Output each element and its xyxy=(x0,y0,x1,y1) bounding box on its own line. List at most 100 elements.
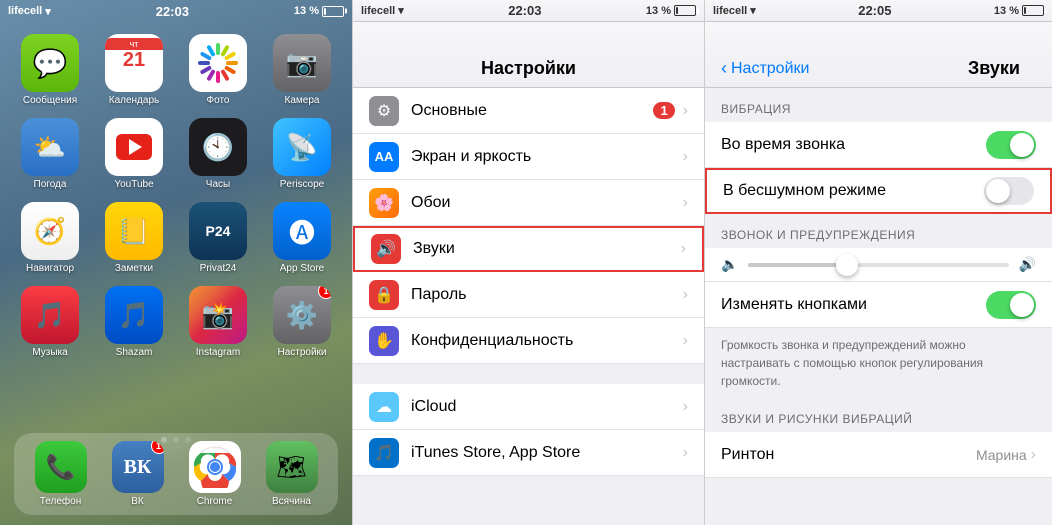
back-button[interactable]: ‹ Настройки xyxy=(721,58,809,79)
sounds-page-title: Звуки xyxy=(817,58,1036,79)
change-buttons-toggle[interactable] xyxy=(986,291,1036,319)
sounds-header: ‹ Настройки Звуки xyxy=(705,22,1052,88)
app-navigator[interactable]: 🧭 Навигатор xyxy=(14,202,86,274)
wallpaper-label: Обои xyxy=(411,194,683,212)
settings-item-icloud[interactable]: ☁ iCloud › xyxy=(353,384,704,430)
ringtone-section-label: ЗВОНОК И ПРЕДУПРЕЖДЕНИЯ xyxy=(705,214,1052,248)
dock-phone[interactable]: 📞 Телефон xyxy=(35,441,87,507)
instagram-label: Instagram xyxy=(196,347,240,358)
settings-item-passcode[interactable]: 🔒 Пароль › xyxy=(353,272,704,318)
camera-icon: 📷 xyxy=(273,34,331,92)
silent-vibration-row: В бесшумном режиме xyxy=(705,168,1052,214)
vol-high-icon: 🔊 xyxy=(1019,256,1036,273)
change-buttons-label: Изменять кнопками xyxy=(721,296,986,314)
chrome-label: Chrome xyxy=(197,496,233,507)
settings-item-general[interactable]: ⚙ Основные 1 › xyxy=(353,88,704,134)
app-periscope[interactable]: 📡 Periscope xyxy=(266,118,338,190)
general-badge: 1 xyxy=(653,102,674,119)
s2-status-left: lifecell ▾ xyxy=(361,4,404,17)
music-label: Музыка xyxy=(32,347,67,358)
silent-vibration-label: В бесшумном режиме xyxy=(723,182,984,200)
s3-status-left: lifecell ▾ xyxy=(713,4,756,17)
app-settings[interactable]: ⚙️ 1 Настройки xyxy=(266,286,338,358)
s2-wifi: ▾ xyxy=(398,4,404,17)
volume-note: Громкость звонка и предупреждений можно … xyxy=(705,328,1052,398)
settings-page-title: Настройки xyxy=(369,58,688,79)
vk-badge: 1 xyxy=(151,441,164,454)
settings-item-privacy[interactable]: ✋ Конфиденциальность › xyxy=(353,318,704,364)
app-messages[interactable]: 💬 Сообщения xyxy=(14,34,86,106)
s3-battery-pct: 13 % xyxy=(994,5,1019,17)
settings-item-itunes[interactable]: 🎵 iTunes Store, App Store › xyxy=(353,430,704,476)
general-chevron: › xyxy=(683,102,688,120)
appstore-icon: 🅐 xyxy=(273,202,331,260)
app-appstore[interactable]: 🅐 App Store xyxy=(266,202,338,274)
ringtone-value: Марина xyxy=(976,447,1027,463)
photos-svg xyxy=(193,38,243,88)
app-camera[interactable]: 📷 Камера xyxy=(266,34,338,106)
icloud-label: iCloud xyxy=(411,398,683,416)
s2-status-right: 13 % xyxy=(646,5,696,17)
icloud-icon: ☁ xyxy=(369,392,399,422)
settings-item-sounds[interactable]: 🔊 Звуки › xyxy=(353,226,704,272)
display-chevron: › xyxy=(683,148,688,166)
s2-time: 22:03 xyxy=(508,3,541,18)
app-privat24[interactable]: P24 Privat24 xyxy=(182,202,254,274)
ring-vibration-label: Во время звонка xyxy=(721,136,986,154)
app-instagram[interactable]: 📸 Instagram xyxy=(182,286,254,358)
privat24-label: Privat24 xyxy=(200,263,237,274)
ring-vibration-toggle[interactable] xyxy=(986,131,1036,159)
messages-icon: 💬 xyxy=(21,34,79,92)
passcode-icon: 🔒 xyxy=(369,280,399,310)
dock-chrome[interactable]: Chrome xyxy=(189,441,241,507)
s3-carrier: lifecell xyxy=(713,5,747,17)
s2-battery-icon xyxy=(674,5,696,16)
settings-item-display[interactable]: AA Экран и яркость › xyxy=(353,134,704,180)
itunes-label: iTunes Store, App Store xyxy=(411,444,683,462)
app-shazam[interactable]: 🎵 Shazam xyxy=(98,286,170,358)
app-calendar[interactable]: чт 21 Календарь xyxy=(98,34,170,106)
s3-time: 22:05 xyxy=(858,3,891,18)
itunes-icon: 🎵 xyxy=(369,438,399,468)
app-clock[interactable]: 🕙 Часы xyxy=(182,118,254,190)
weather-label: Погода xyxy=(34,179,67,190)
s3-battery-icon xyxy=(1022,5,1044,16)
notes-icon: 📒 xyxy=(105,202,163,260)
phone-icon: 📞 xyxy=(35,441,87,493)
volume-slider-row: 🔈 🔊 xyxy=(705,248,1052,282)
clock-icon: 🕙 xyxy=(189,118,247,176)
dock-maps[interactable]: 🗺 Всячина xyxy=(266,441,318,507)
settings-label: Настройки xyxy=(277,347,326,358)
weather-icon: ⛅ xyxy=(21,118,79,176)
display-icon: AA xyxy=(369,142,399,172)
sounds-icon: 🔊 xyxy=(371,234,401,264)
settings-item-wallpaper[interactable]: 🌸 Обои › xyxy=(353,180,704,226)
calendar-date: 21 xyxy=(123,50,145,70)
periscope-label: Periscope xyxy=(280,179,324,190)
wallpaper-chevron: › xyxy=(683,194,688,212)
status-right: 13 % xyxy=(294,5,344,17)
volume-slider-track[interactable] xyxy=(748,263,1008,267)
volume-slider-thumb[interactable] xyxy=(836,254,858,276)
settings-icon: ⚙️ 1 xyxy=(273,286,331,344)
back-chevron-icon: ‹ xyxy=(721,58,727,79)
vibration-section-label: ВИБРАЦИЯ xyxy=(705,88,1052,122)
sounds-chevron: › xyxy=(681,240,686,258)
s2-carrier: lifecell xyxy=(361,5,395,17)
dock-vk[interactable]: ВК 1 ВК xyxy=(112,441,164,507)
app-notes[interactable]: 📒 Заметки xyxy=(98,202,170,274)
vibration-section: ВИБРАЦИЯ Во время звонка В бесшумном реж… xyxy=(705,88,1052,214)
settings-header: Настройки xyxy=(353,22,704,88)
app-weather[interactable]: ⛅ Погода xyxy=(14,118,86,190)
settings-badge: 1 xyxy=(318,286,331,299)
home-screen: lifecell ▾ 22:03 13 % 💬 Сообщения чт 21 … xyxy=(0,0,352,525)
back-label: Настройки xyxy=(731,60,809,78)
silent-vibration-toggle[interactable] xyxy=(984,177,1034,205)
app-youtube[interactable]: YouTube xyxy=(98,118,170,190)
app-photos[interactable]: Фото xyxy=(182,34,254,106)
app-music[interactable]: 🎵 Музыка xyxy=(14,286,86,358)
icloud-chevron: › xyxy=(683,398,688,416)
settings-group-1: ⚙ Основные 1 › AA Экран и яркость › 🌸 Об… xyxy=(353,88,704,364)
notes-label: Заметки xyxy=(115,263,153,274)
ringtone-row[interactable]: Ринтон Марина › xyxy=(705,432,1052,478)
